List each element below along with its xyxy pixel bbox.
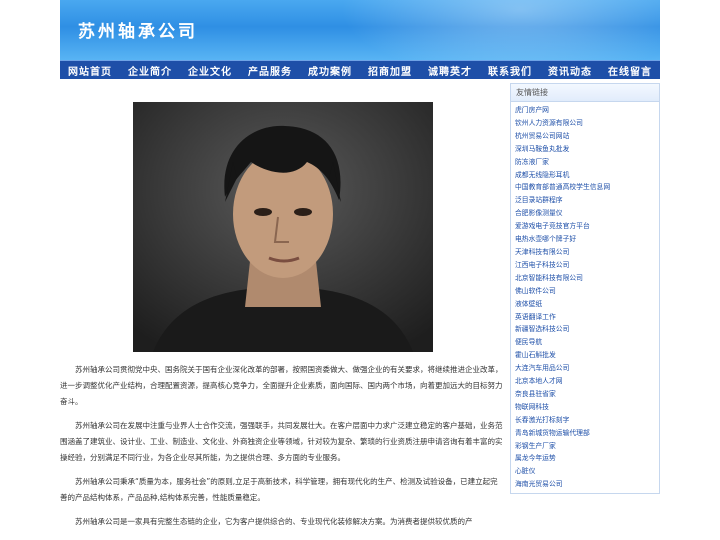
friend-link[interactable]: 霍山石斛批发 xyxy=(515,349,655,362)
friend-link[interactable]: 英语翻译工作 xyxy=(515,311,655,324)
friend-links-sidebar: 友情链接 虎门房产网 钦州人力资源有限公司 杭州贸易公司网站 深圳马鞍鱼丸批发 … xyxy=(510,83,660,494)
friend-link[interactable]: 佛山软件公司 xyxy=(515,285,655,298)
article-body: 苏州轴承公司贯彻党中央、国务院关于国有企业深化改革的部署，按照国资委做大、做强企… xyxy=(60,362,503,538)
friend-links-list: 虎门房产网 钦州人力资源有限公司 杭州贸易公司网站 深圳马鞍鱼丸批发 防冻液厂家… xyxy=(511,102,659,491)
portrait-illustration xyxy=(133,102,433,352)
nav-item-news[interactable]: 资讯动态 xyxy=(540,63,600,78)
nav-item-culture[interactable]: 企业文化 xyxy=(180,63,240,78)
nav-item-jobs[interactable]: 诚聘英才 xyxy=(420,63,480,78)
friend-link[interactable]: 物联网科技 xyxy=(515,401,655,414)
friend-link[interactable]: 液体壁纸 xyxy=(515,298,655,311)
article-paragraph: 苏州轴承公司贯彻党中央、国务院关于国有企业深化改革的部署，按照国资委做大、做强企… xyxy=(60,365,503,406)
article-paragraph: 苏州轴承公司是一家具有完整生态链的企业，它为客户提供综合的、专业现代化装修解决方… xyxy=(75,517,473,526)
friend-link[interactable]: 杭州贸易公司网站 xyxy=(515,130,655,143)
nav-item-cases[interactable]: 成功案例 xyxy=(300,63,360,78)
article-paragraph: 苏州轴承公司秉承“质量为本，服务社会”的原则,立足于高新技术，科学管理，拥有现代… xyxy=(60,477,498,502)
nav-item-profile[interactable]: 企业简介 xyxy=(120,63,180,78)
friend-link[interactable]: 北京智能科技有限公司 xyxy=(515,272,655,285)
site-title[interactable]: 苏州轴承公司 xyxy=(78,17,198,42)
friend-link[interactable]: 中国教育部普通高校学生信息网 xyxy=(515,181,655,194)
friend-link[interactable]: 大连汽车用品公司 xyxy=(515,362,655,375)
friend-link[interactable]: 心脏仪 xyxy=(515,465,655,478)
nav-item-franchise[interactable]: 招商加盟 xyxy=(360,63,420,78)
friend-link[interactable]: 彩钢生产厂家 xyxy=(515,440,655,453)
friend-link[interactable]: 江西电子科技公司 xyxy=(515,259,655,272)
portrait-photo xyxy=(133,102,433,352)
friend-link[interactable]: 北京本地人才网 xyxy=(515,375,655,388)
friend-link[interactable]: 属龙今年运势 xyxy=(515,452,655,465)
sidebar-title: 友情链接 xyxy=(511,84,659,102)
friend-link[interactable]: 海南光贸易公司 xyxy=(515,478,655,491)
nav-item-message[interactable]: 在线留言 xyxy=(600,63,660,78)
nav-item-contact[interactable]: 联系我们 xyxy=(480,63,540,78)
site-header: 苏州轴承公司 xyxy=(60,0,660,60)
header-glow xyxy=(340,0,660,60)
friend-link[interactable]: 泛目录站群程序 xyxy=(515,194,655,207)
friend-link[interactable]: 长春激光打标刻字 xyxy=(515,414,655,427)
friend-link[interactable]: 成都无线隐形耳机 xyxy=(515,169,655,182)
friend-link[interactable]: 天津科技有限公司 xyxy=(515,246,655,259)
friend-link[interactable]: 虎门房产网 xyxy=(515,104,655,117)
friend-link[interactable]: 便民导航 xyxy=(515,336,655,349)
nav-item-home[interactable]: 网站首页 xyxy=(60,63,120,78)
friend-link[interactable]: 合肥影像测量仪 xyxy=(515,207,655,220)
friend-link[interactable]: 钦州人力资源有限公司 xyxy=(515,117,655,130)
main-nav: 网站首页 企业简介 企业文化 产品服务 成功案例 招商加盟 诚聘英才 联系我们 … xyxy=(60,60,660,79)
friend-link[interactable]: 防冻液厂家 xyxy=(515,156,655,169)
friend-link[interactable]: 深圳马鞍鱼丸批发 xyxy=(515,143,655,156)
friend-link[interactable]: 爱游戏电子竞技官方平台 xyxy=(515,220,655,233)
friend-link[interactable]: 电热水壶哪个牌子好 xyxy=(515,233,655,246)
friend-link[interactable]: 奈良县驻省家 xyxy=(515,388,655,401)
friend-link[interactable]: 青岛新城货物运输代理部 xyxy=(515,427,655,440)
article-paragraph: 苏州轴承公司在发展中注重与业界人士合作交流，强强联手，共同发展壮大。在客户层面中… xyxy=(60,421,503,462)
friend-link[interactable]: 新疆智选科技公司 xyxy=(515,323,655,336)
nav-item-products[interactable]: 产品服务 xyxy=(240,63,300,78)
